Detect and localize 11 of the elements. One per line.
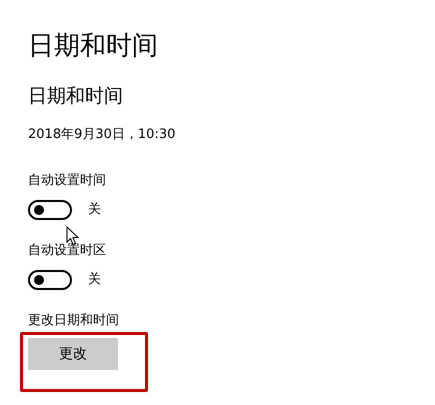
page-title: 日期和时间 [28, 30, 159, 62]
setting-label: 自动设置时间 [28, 172, 107, 190]
current-datetime: 2018年9月30日，10:30 [28, 126, 176, 144]
toggle-state-text: 关 [88, 201, 101, 219]
change-button[interactable]: 更改 [28, 338, 118, 370]
toggle-switch[interactable] [28, 200, 72, 220]
setting-label: 更改日期和时间 [28, 312, 120, 330]
toggle-switch[interactable] [28, 270, 72, 290]
setting-label: 自动设置时区 [28, 242, 107, 260]
section-title: 日期和时间 [28, 84, 124, 108]
toggle-state-text: 关 [88, 271, 101, 289]
